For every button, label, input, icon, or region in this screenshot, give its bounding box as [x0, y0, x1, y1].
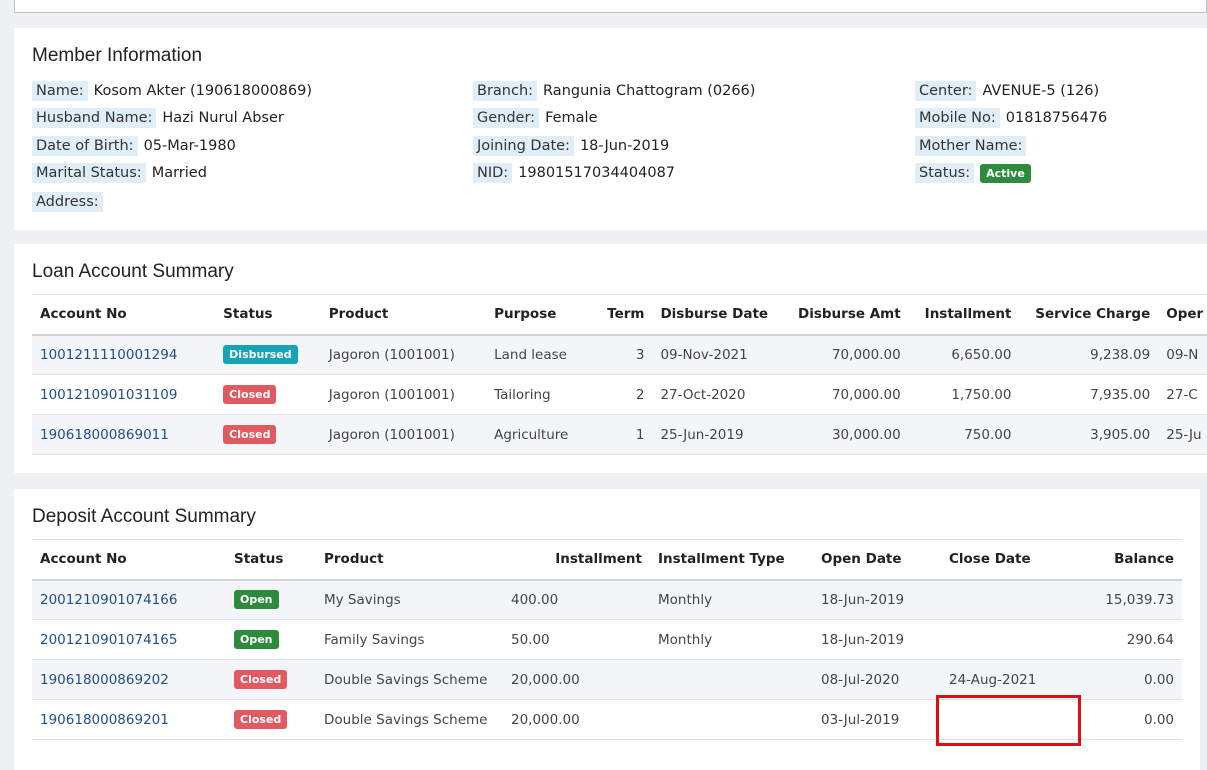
loan-summary-title: Loan Account Summary: [32, 261, 234, 282]
member-info-title: Member Information: [32, 45, 203, 66]
col-status[interactable]: Status: [226, 539, 316, 581]
account-link[interactable]: 1001210901031109: [32, 374, 216, 415]
table-row: 190618000869202 Closed Double Savings Sc…: [32, 659, 1182, 700]
account-link[interactable]: 2001210901074166: [32, 579, 226, 620]
col-service-charge[interactable]: Service Charge: [1019, 294, 1159, 336]
status-badge: Closed: [234, 710, 288, 729]
status-badge: Closed: [234, 670, 288, 689]
account-link[interactable]: 190618000869201: [32, 699, 226, 740]
col-open-date[interactable]: Open Date: [813, 539, 941, 581]
info-status: Status: Active: [915, 161, 1031, 185]
info-joining: Joining Date: 18-Jun-2019: [473, 134, 669, 158]
top-panel: [14, 0, 1207, 13]
col-term[interactable]: Term: [589, 294, 653, 336]
col-installment[interactable]: Installment: [503, 539, 650, 581]
highlight-box: [936, 695, 1081, 746]
status-badge: Closed: [223, 385, 277, 404]
loan-header-row: Account No Status Product Purpose Term D…: [32, 294, 1207, 336]
col-product[interactable]: Product: [316, 539, 503, 581]
status-badge: Open: [234, 590, 279, 610]
col-balance[interactable]: Balance: [1067, 539, 1182, 581]
info-gender: Gender: Female: [473, 106, 598, 130]
account-link[interactable]: 1001211110001294: [32, 334, 216, 375]
table-row: 190618000869011 Closed Jagoron (1001001)…: [32, 414, 1207, 455]
info-dob: Date of Birth: 05-Mar-1980: [32, 134, 236, 158]
info-branch: Branch: Rangunia Chattogram (0266): [473, 79, 755, 103]
status-badge: Closed: [223, 425, 277, 444]
col-product[interactable]: Product: [320, 294, 487, 336]
col-close-date[interactable]: Close Date: [941, 539, 1067, 581]
col-disburse-amt[interactable]: Disburse Amt: [776, 294, 909, 336]
status-badge: Open: [234, 630, 279, 649]
col-installment-type[interactable]: Installment Type: [650, 539, 813, 581]
deposit-summary-title: Deposit Account Summary: [32, 506, 256, 527]
table-row: 2001210901074166 Open My Savings 400.00 …: [32, 579, 1182, 620]
account-link[interactable]: 190618000869011: [32, 414, 216, 455]
status-badge: Disbursed: [223, 345, 298, 365]
info-address: Address:: [32, 190, 109, 214]
table-row: 1001211110001294 Disbursed Jagoron (1001…: [32, 334, 1207, 375]
table-row: 2001210901074165 Open Family Savings 50.…: [32, 619, 1182, 660]
col-status[interactable]: Status: [215, 294, 321, 336]
col-purpose[interactable]: Purpose: [486, 294, 590, 336]
table-row: 1001210901031109 Closed Jagoron (1001001…: [32, 374, 1207, 415]
info-mobile: Mobile No: 01818756476: [915, 106, 1107, 130]
account-link[interactable]: 190618000869202: [32, 659, 226, 700]
info-nid: NID: 19801517034404087: [473, 161, 675, 185]
info-center: Center: AVENUE-5 (126): [915, 79, 1099, 103]
col-open[interactable]: Oper: [1158, 294, 1207, 336]
col-installment[interactable]: Installment: [908, 294, 1020, 336]
col-account-no[interactable]: Account No: [32, 294, 216, 336]
info-marital: Marital Status: Married: [32, 161, 207, 185]
account-link[interactable]: 2001210901074165: [32, 619, 226, 660]
status-badge: Active: [980, 163, 1031, 183]
col-account-no[interactable]: Account No: [32, 539, 226, 581]
info-name: Name: Kosom Akter (190618000869): [32, 79, 312, 103]
member-name: Kosom Akter (190618000869): [93, 83, 313, 99]
deposit-header-row: Account No Status Product Installment In…: [32, 539, 1182, 581]
loan-table: Account No Status Product Purpose Term D…: [32, 294, 1207, 455]
info-husband: Husband Name: Hazi Nurul Abser: [32, 106, 284, 130]
col-disburse-date[interactable]: Disburse Date: [652, 294, 777, 336]
info-mother: Mother Name:: [915, 134, 1032, 158]
